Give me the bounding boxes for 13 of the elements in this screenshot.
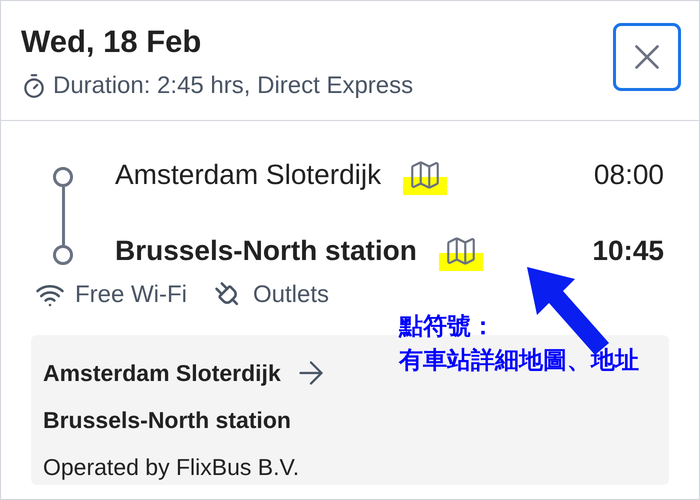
stop-time: 08:00 [594,158,664,192]
duration-text: Duration: 2:45 hrs, Direct Express [53,70,414,101]
amenity-label: Outlets [252,280,330,310]
trip-date: Wed, 18 Feb [21,23,202,61]
close-button[interactable] [613,23,681,91]
stop-time: 10:45 [592,234,664,268]
operator-text: Operated by FlixBus B.V. [43,452,300,482]
annotation-text: 點符號： [399,311,496,342]
amenity-label: Free Wi-Fi [75,280,187,310]
to-station: Brussels-North station [43,406,292,435]
stop-name: Amsterdam Sloterdijk [115,158,382,192]
stop-name: Brussels-North station [115,234,417,268]
from-station: Amsterdam Sloterdijk [43,358,281,388]
